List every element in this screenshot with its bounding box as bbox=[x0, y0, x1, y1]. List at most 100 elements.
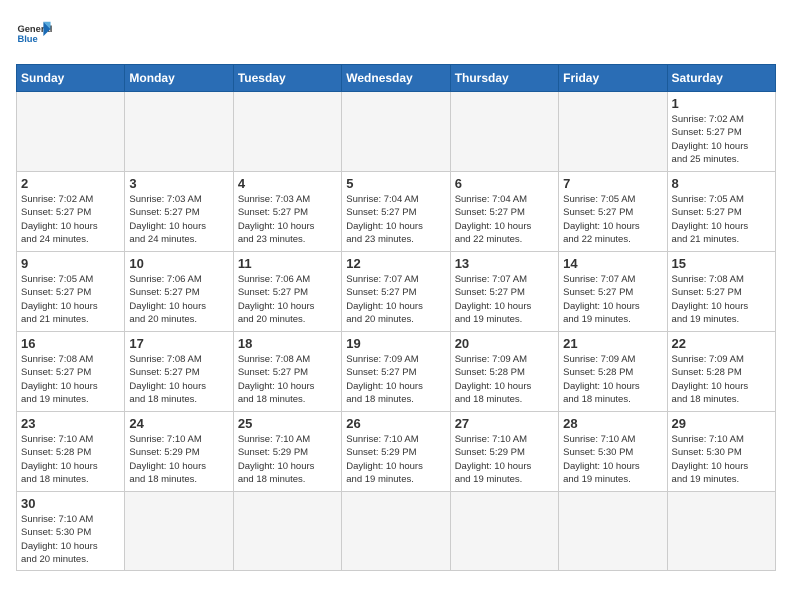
day-number: 10 bbox=[129, 256, 228, 271]
day-number: 12 bbox=[346, 256, 445, 271]
week-row-3: 9Sunrise: 7:05 AMSunset: 5:27 PMDaylight… bbox=[17, 252, 776, 332]
day-number: 18 bbox=[238, 336, 337, 351]
week-row-2: 2Sunrise: 7:02 AMSunset: 5:27 PMDaylight… bbox=[17, 172, 776, 252]
calendar-cell: 14Sunrise: 7:07 AMSunset: 5:27 PMDayligh… bbox=[559, 252, 667, 332]
day-info: Sunrise: 7:09 AMSunset: 5:28 PMDaylight:… bbox=[563, 353, 662, 406]
day-info: Sunrise: 7:05 AMSunset: 5:27 PMDaylight:… bbox=[563, 193, 662, 246]
weekday-header-row: SundayMondayTuesdayWednesdayThursdayFrid… bbox=[17, 65, 776, 92]
day-number: 25 bbox=[238, 416, 337, 431]
day-number: 23 bbox=[21, 416, 120, 431]
day-info: Sunrise: 7:03 AMSunset: 5:27 PMDaylight:… bbox=[238, 193, 337, 246]
day-number: 7 bbox=[563, 176, 662, 191]
calendar-cell: 9Sunrise: 7:05 AMSunset: 5:27 PMDaylight… bbox=[17, 252, 125, 332]
day-info: Sunrise: 7:09 AMSunset: 5:28 PMDaylight:… bbox=[672, 353, 771, 406]
calendar-cell: 19 Sunrise: 7:09 AMSunset: 5:27 PMDayligh… bbox=[342, 332, 450, 412]
calendar-cell: 27Sunrise: 7:10 AMSunset: 5:29 PMDayligh… bbox=[450, 412, 558, 492]
week-row-1: 1 Sunrise: 7:02 AMSunset: 5:27 PMDaylight… bbox=[17, 92, 776, 172]
calendar-cell: 7 Sunrise: 7:05 AMSunset: 5:27 PMDaylight… bbox=[559, 172, 667, 252]
day-info: Sunrise: 7:08 AMSunset: 5:27 PMDaylight:… bbox=[672, 273, 771, 326]
day-info: Sunrise: 7:10 AMSunset: 5:29 PMDaylight:… bbox=[129, 433, 228, 486]
header-friday: Friday bbox=[559, 65, 667, 92]
week-row-6: 30Sunrise: 7:10 AMSunset: 5:30 PMDayligh… bbox=[17, 492, 776, 571]
day-number: 9 bbox=[21, 256, 120, 271]
calendar-cell: 26 Sunrise: 7:10 AMSunset: 5:29 PMDayligh… bbox=[342, 412, 450, 492]
day-info: Sunrise: 7:09 AMSunset: 5:27 PMDaylight:… bbox=[346, 353, 445, 406]
calendar-cell: 3 Sunrise: 7:03 AMSunset: 5:27 PMDaylight… bbox=[125, 172, 233, 252]
day-number: 22 bbox=[672, 336, 771, 351]
day-number: 28 bbox=[563, 416, 662, 431]
calendar-cell bbox=[233, 492, 341, 571]
day-number: 14 bbox=[563, 256, 662, 271]
day-number: 26 bbox=[346, 416, 445, 431]
calendar-cell: 30Sunrise: 7:10 AMSunset: 5:30 PMDayligh… bbox=[17, 492, 125, 571]
day-info: Sunrise: 7:10 AMSunset: 5:30 PMDaylight:… bbox=[21, 513, 120, 566]
day-number: 3 bbox=[129, 176, 228, 191]
calendar-cell: 18Sunrise: 7:08 AMSunset: 5:27 PMDayligh… bbox=[233, 332, 341, 412]
week-row-4: 16 Sunrise: 7:08 AMSunset: 5:27 PMDayligh… bbox=[17, 332, 776, 412]
day-info: Sunrise: 7:08 AMSunset: 5:27 PMDaylight:… bbox=[21, 353, 120, 406]
calendar-cell bbox=[342, 92, 450, 172]
calendar-cell bbox=[667, 492, 775, 571]
calendar-cell: 13Sunrise: 7:07 AMSunset: 5:27 PMDayligh… bbox=[450, 252, 558, 332]
day-number: 1 bbox=[672, 96, 771, 111]
day-info: Sunrise: 7:05 AMSunset: 5:27 PMDaylight:… bbox=[672, 193, 771, 246]
day-number: 29 bbox=[672, 416, 771, 431]
calendar-cell: 17 Sunrise: 7:08 AMSunset: 5:27 PMDayligh… bbox=[125, 332, 233, 412]
week-row-5: 23Sunrise: 7:10 AMSunset: 5:28 PMDayligh… bbox=[17, 412, 776, 492]
calendar-cell: 22 Sunrise: 7:09 AMSunset: 5:28 PMDayligh… bbox=[667, 332, 775, 412]
calendar-cell bbox=[17, 92, 125, 172]
calendar-cell: 11Sunrise: 7:06 AMSunset: 5:27 PMDayligh… bbox=[233, 252, 341, 332]
day-number: 20 bbox=[455, 336, 554, 351]
day-number: 11 bbox=[238, 256, 337, 271]
header-tuesday: Tuesday bbox=[233, 65, 341, 92]
calendar-cell: 29Sunrise: 7:10 AMSunset: 5:30 PMDayligh… bbox=[667, 412, 775, 492]
day-info: Sunrise: 7:07 AMSunset: 5:27 PMDaylight:… bbox=[346, 273, 445, 326]
header-monday: Monday bbox=[125, 65, 233, 92]
day-number: 13 bbox=[455, 256, 554, 271]
logo-icon: General Blue bbox=[16, 16, 52, 52]
day-info: Sunrise: 7:02 AMSunset: 5:27 PMDaylight:… bbox=[21, 193, 120, 246]
day-number: 6 bbox=[455, 176, 554, 191]
day-info: Sunrise: 7:10 AMSunset: 5:29 PMDaylight:… bbox=[238, 433, 337, 486]
day-info: Sunrise: 7:03 AMSunset: 5:27 PMDaylight:… bbox=[129, 193, 228, 246]
calendar-cell: 4 Sunrise: 7:03 AMSunset: 5:27 PMDaylight… bbox=[233, 172, 341, 252]
day-number: 16 bbox=[21, 336, 120, 351]
calendar-cell: 24 Sunrise: 7:10 AMSunset: 5:29 PMDayligh… bbox=[125, 412, 233, 492]
day-info: Sunrise: 7:08 AMSunset: 5:27 PMDaylight:… bbox=[129, 353, 228, 406]
calendar-cell bbox=[559, 92, 667, 172]
header-sunday: Sunday bbox=[17, 65, 125, 92]
day-info: Sunrise: 7:10 AMSunset: 5:30 PMDaylight:… bbox=[563, 433, 662, 486]
day-number: 4 bbox=[238, 176, 337, 191]
header-wednesday: Wednesday bbox=[342, 65, 450, 92]
calendar-cell bbox=[125, 492, 233, 571]
calendar-cell: 25 Sunrise: 7:10 AMSunset: 5:29 PMDayligh… bbox=[233, 412, 341, 492]
calendar-cell: 1 Sunrise: 7:02 AMSunset: 5:27 PMDaylight… bbox=[667, 92, 775, 172]
day-info: Sunrise: 7:04 AMSunset: 5:27 PMDaylight:… bbox=[455, 193, 554, 246]
day-info: Sunrise: 7:09 AMSunset: 5:28 PMDaylight:… bbox=[455, 353, 554, 406]
calendar-cell bbox=[342, 492, 450, 571]
day-number: 5 bbox=[346, 176, 445, 191]
day-info: Sunrise: 7:10 AMSunset: 5:29 PMDaylight:… bbox=[346, 433, 445, 486]
calendar-cell: 28 Sunrise: 7:10 AMSunset: 5:30 PMDayligh… bbox=[559, 412, 667, 492]
calendar-cell: 21 Sunrise: 7:09 AMSunset: 5:28 PMDayligh… bbox=[559, 332, 667, 412]
day-number: 19 bbox=[346, 336, 445, 351]
day-number: 24 bbox=[129, 416, 228, 431]
day-info: Sunrise: 7:10 AMSunset: 5:29 PMDaylight:… bbox=[455, 433, 554, 486]
day-info: Sunrise: 7:02 AMSunset: 5:27 PMDaylight:… bbox=[672, 113, 771, 166]
calendar-cell: 2Sunrise: 7:02 AMSunset: 5:27 PMDaylight… bbox=[17, 172, 125, 252]
day-number: 17 bbox=[129, 336, 228, 351]
day-info: Sunrise: 7:06 AMSunset: 5:27 PMDaylight:… bbox=[129, 273, 228, 326]
calendar-cell: 15Sunrise: 7:08 AMSunset: 5:27 PMDayligh… bbox=[667, 252, 775, 332]
calendar-cell: 6 Sunrise: 7:04 AMSunset: 5:27 PMDaylight… bbox=[450, 172, 558, 252]
calendar-cell bbox=[450, 92, 558, 172]
header-saturday: Saturday bbox=[667, 65, 775, 92]
day-info: Sunrise: 7:04 AMSunset: 5:27 PMDaylight:… bbox=[346, 193, 445, 246]
calendar-cell: 12 Sunrise: 7:07 AMSunset: 5:27 PMDayligh… bbox=[342, 252, 450, 332]
calendar-table: SundayMondayTuesdayWednesdayThursdayFrid… bbox=[16, 64, 776, 571]
calendar-cell: 20 Sunrise: 7:09 AMSunset: 5:28 PMDayligh… bbox=[450, 332, 558, 412]
calendar-cell: 23Sunrise: 7:10 AMSunset: 5:28 PMDayligh… bbox=[17, 412, 125, 492]
day-number: 21 bbox=[563, 336, 662, 351]
logo: General Blue bbox=[16, 16, 52, 52]
calendar-cell bbox=[450, 492, 558, 571]
calendar-cell: 5 Sunrise: 7:04 AMSunset: 5:27 PMDaylight… bbox=[342, 172, 450, 252]
